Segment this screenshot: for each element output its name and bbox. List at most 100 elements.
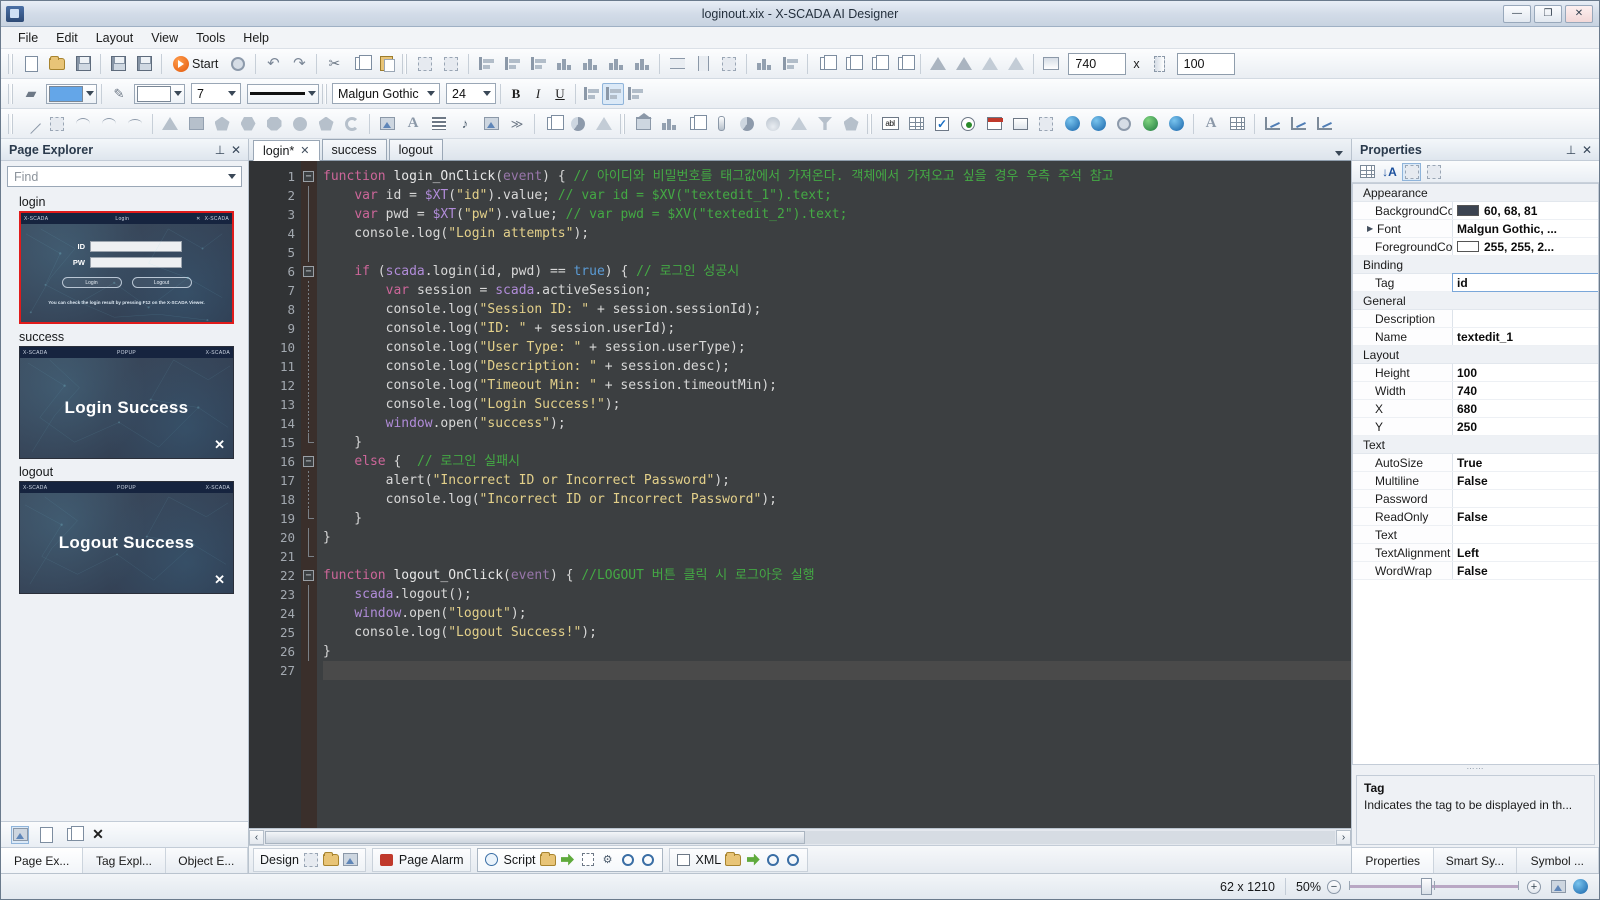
open-file-button[interactable] (45, 52, 69, 76)
cone-tool-button[interactable] (592, 112, 616, 136)
property-row[interactable]: ▶ Font Malgun Gothic, ... (1353, 220, 1598, 238)
property-value[interactable]: 255, 255, 2... (1453, 238, 1598, 255)
table-tool-button[interactable] (1225, 112, 1249, 136)
fold-marker[interactable] (301, 661, 317, 680)
fold-marker[interactable] (301, 547, 317, 566)
align-right-button[interactable] (526, 52, 550, 76)
same-height-button[interactable] (691, 52, 715, 76)
design-tools-icon[interactable] (303, 852, 319, 868)
group-button[interactable] (413, 52, 437, 76)
tab-close-icon[interactable]: ✕ (300, 144, 309, 157)
line-color-button[interactable]: ✎ (107, 82, 131, 106)
funnel-tool-button[interactable] (813, 112, 837, 136)
property-value[interactable] (1453, 490, 1598, 507)
toolbar-grip[interactable] (322, 83, 329, 104)
menu-layout[interactable]: Layout (87, 29, 143, 47)
fold-marker[interactable] (301, 395, 317, 414)
space-horizontal-button[interactable] (778, 52, 802, 76)
tank-tool-button[interactable] (657, 112, 681, 136)
tab-tag-explorer[interactable]: Tag Expl... (83, 848, 166, 873)
zoom-in-button[interactable]: + (1527, 879, 1541, 894)
cut-button[interactable]: ✂ (322, 52, 346, 76)
fold-marker[interactable] (301, 433, 317, 452)
alphabetical-sort-button[interactable]: ↓A (1380, 163, 1399, 181)
script-zoom-out-icon[interactable] (640, 852, 656, 868)
same-width-button[interactable] (665, 52, 689, 76)
fold-marker[interactable]: − (301, 262, 317, 281)
start-button[interactable]: Start (167, 52, 224, 76)
settings-button[interactable] (226, 52, 250, 76)
thermometer-tool-button[interactable] (709, 112, 733, 136)
align-text-left-button[interactable] (580, 83, 602, 105)
property-row[interactable]: WordWrap False (1353, 562, 1598, 580)
pin-icon[interactable]: ⊥ (1563, 142, 1579, 158)
save-page-button[interactable] (106, 52, 130, 76)
hexagon-tool-button[interactable] (236, 112, 260, 136)
page-entry-success[interactable]: success X-SCADA POPUP X-SCADA Login Succ… (7, 330, 248, 459)
line-tool-button[interactable] (19, 112, 43, 136)
toolbar-grip[interactable] (8, 113, 15, 134)
pentagon-tool-button[interactable] (210, 112, 234, 136)
italic-button[interactable]: I (527, 83, 549, 105)
fill-color-button[interactable]: ▰ (19, 82, 43, 106)
bezier-tool-button[interactable] (123, 112, 147, 136)
property-row[interactable]: Text (1353, 526, 1598, 544)
send-to-back-button[interactable] (891, 52, 915, 76)
property-category[interactable]: General (1353, 292, 1598, 310)
fold-marker[interactable]: − (301, 566, 317, 585)
fold-marker[interactable] (301, 623, 317, 642)
trend-tool-button[interactable] (1086, 112, 1110, 136)
fold-marker[interactable] (301, 585, 317, 604)
textbox-tool-button[interactable]: abl (878, 112, 902, 136)
view-tab-xml[interactable]: XML (668, 847, 809, 872)
valve-tool-button[interactable] (735, 112, 759, 136)
zoom-fit-button[interactable] (1549, 879, 1567, 895)
fold-marker[interactable] (301, 528, 317, 547)
page-entry-login[interactable]: login X-SCADA Login ✕ X-SCADA ID PW Logi… (7, 195, 248, 324)
page-thumbnail-success[interactable]: X-SCADA POPUP X-SCADA Login Success ✕ (19, 346, 234, 459)
property-value[interactable]: 60, 68, 81 (1453, 202, 1598, 219)
width-input[interactable]: 740 (1068, 52, 1127, 75)
align-text-right-button[interactable] (624, 83, 646, 105)
property-row[interactable]: Height 100 (1353, 364, 1598, 382)
new-file-button[interactable] (19, 52, 43, 76)
scroll-left-icon[interactable]: ‹ (249, 829, 264, 845)
flip-horizontal-button[interactable] (926, 52, 950, 76)
font-family-select[interactable]: Malgun Gothic (332, 83, 440, 104)
script-list-icon[interactable] (580, 852, 596, 868)
toolbar-grip[interactable] (867, 113, 874, 134)
property-row[interactable]: Multiline False (1353, 472, 1598, 490)
menu-view[interactable]: View (142, 29, 187, 47)
tab-list-chevron-down-icon[interactable] (1335, 151, 1343, 156)
space-vertical-button[interactable] (752, 52, 776, 76)
datepicker-tool-button[interactable] (982, 112, 1006, 136)
fold-marker[interactable] (301, 186, 317, 205)
fold-marker[interactable] (301, 319, 317, 338)
radiobutton-tool-button[interactable] (956, 112, 980, 136)
document-tab-login[interactable]: login* ✕ (253, 140, 320, 161)
tab-smart-symbol[interactable]: Smart Sy... (1434, 848, 1517, 873)
fold-marker[interactable] (301, 490, 317, 509)
align-left-button[interactable] (474, 52, 498, 76)
vessel-tool-button[interactable] (761, 112, 785, 136)
copy-button[interactable] (348, 52, 372, 76)
script-zoom-in-icon[interactable] (620, 852, 636, 868)
property-row[interactable]: ForegroundColo255, 255, 2... (1353, 238, 1598, 256)
xml-export-icon[interactable] (745, 852, 761, 868)
duplicate-page-button[interactable] (63, 826, 84, 844)
property-value[interactable] (1453, 526, 1598, 543)
same-size-button[interactable] (717, 52, 741, 76)
ellipse-tool-button[interactable] (288, 112, 312, 136)
property-value[interactable]: Malgun Gothic, ... (1453, 220, 1598, 237)
script-export-icon[interactable] (560, 852, 576, 868)
view-tab-script[interactable]: Script ⚙ (476, 847, 663, 872)
combobox-tool-button[interactable] (904, 112, 928, 136)
property-value[interactable] (1453, 310, 1598, 327)
button-tool-button[interactable] (1008, 112, 1032, 136)
tab-properties[interactable]: Properties (1352, 848, 1435, 873)
property-value[interactable]: 740 (1453, 382, 1598, 399)
fold-marker[interactable] (301, 224, 317, 243)
bold-button[interactable]: B (505, 83, 527, 105)
size-height-icon-button[interactable] (1148, 52, 1172, 76)
fold-marker[interactable] (301, 300, 317, 319)
